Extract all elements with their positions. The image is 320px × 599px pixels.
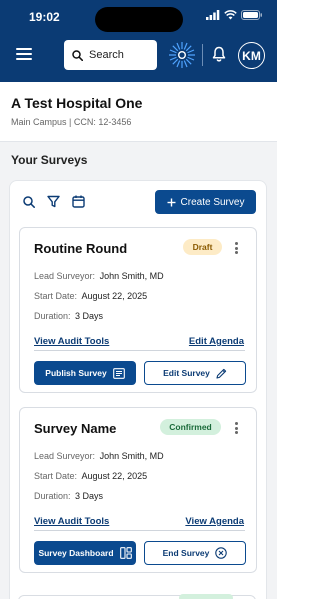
dashboard-icon — [119, 547, 132, 559]
survey-title: Routine Round — [34, 241, 128, 256]
close-circle-icon — [215, 547, 228, 559]
duration-value: 3 Days — [75, 491, 104, 501]
publish-survey-label: Publish Survey — [45, 368, 107, 378]
view-audit-tools-link[interactable]: View Audit Tools — [34, 516, 109, 527]
search-input-box[interactable] — [64, 40, 157, 70]
survey-card-peek — [18, 594, 256, 599]
header-divider — [202, 44, 203, 66]
calendar-icon[interactable] — [72, 195, 85, 208]
survey-dashboard-button[interactable]: Survey Dashboard — [34, 541, 136, 565]
avatar[interactable]: KM — [238, 42, 265, 69]
plus-icon — [167, 198, 176, 206]
survey-title: Survey Name — [34, 421, 117, 436]
publish-survey-button[interactable]: Publish Survey — [34, 361, 136, 385]
lead-surveyor-label: Lead Surveyor: — [34, 451, 96, 461]
start-date-value: August 22, 2025 — [81, 291, 148, 301]
lead-surveyor: Lead Surveyor: John Smith, MD — [34, 451, 164, 461]
starburst-logo[interactable] — [168, 41, 196, 69]
edit-agenda-link[interactable]: Edit Agenda — [189, 336, 244, 347]
filter-icon[interactable] — [47, 195, 60, 208]
bell-icon[interactable] — [212, 46, 226, 62]
status-time: 19:02 — [29, 10, 60, 24]
signal-icon — [206, 10, 220, 20]
lead-surveyor: Lead Surveyor: John Smith, MD — [34, 271, 164, 281]
survey-card: Routine Round Draft Lead Surveyor: John … — [19, 227, 257, 393]
duration-value: 3 Days — [75, 311, 104, 321]
pencil-icon — [216, 368, 227, 379]
hospital-header: A Test Hospital One Main Campus | CCN: 1… — [0, 82, 277, 142]
phone-screen: 19:02 Search KM A Test Hospital One Main… — [0, 0, 277, 599]
hospital-name: A Test Hospital One — [11, 95, 143, 111]
edit-survey-button[interactable]: Edit Survey — [144, 361, 246, 385]
duration: Duration: 3 Days — [34, 491, 103, 501]
kebab-icon[interactable] — [235, 422, 239, 434]
kebab-icon[interactable] — [235, 242, 239, 254]
hospital-subtitle: Main Campus | CCN: 12-3456 — [11, 117, 132, 127]
duration-label: Duration: — [34, 491, 71, 501]
card-divider — [34, 350, 245, 351]
end-survey-label: End Survey — [162, 548, 210, 558]
battery-icon — [241, 10, 262, 20]
list-icon — [112, 367, 125, 379]
search-icon[interactable] — [23, 195, 35, 208]
search-input[interactable] — [89, 49, 149, 61]
end-survey-button[interactable]: End Survey — [144, 541, 246, 565]
start-date: Start Date: August 22, 2025 — [34, 291, 147, 301]
app-header: 19:02 Search KM — [0, 0, 277, 82]
status-icons — [206, 10, 263, 20]
survey-dashboard-label: Survey Dashboard — [38, 548, 114, 558]
lead-surveyor-label: Lead Surveyor: — [34, 271, 96, 281]
search-icon — [72, 49, 83, 61]
status-badge-peek — [179, 594, 233, 599]
create-survey-button[interactable]: Create Survey — [155, 190, 256, 214]
start-date-label: Start Date: — [34, 291, 78, 301]
section-title: Your Surveys — [11, 153, 88, 167]
status-badge: Draft — [183, 239, 222, 255]
dynamic-island — [95, 7, 183, 32]
start-date-label: Start Date: — [34, 471, 78, 481]
lead-surveyor-value: John Smith, MD — [99, 271, 164, 281]
toolbar — [23, 195, 85, 208]
view-agenda-link[interactable]: View Agenda — [185, 516, 244, 527]
edit-survey-label: Edit Survey — [163, 368, 210, 378]
wifi-icon — [224, 10, 237, 20]
lead-surveyor-value: John Smith, MD — [99, 451, 164, 461]
start-date-value: August 22, 2025 — [81, 471, 148, 481]
card-divider — [34, 530, 245, 531]
create-survey-label: Create Survey — [180, 196, 245, 208]
hamburger-icon[interactable] — [16, 48, 32, 60]
status-badge: Confirmed — [160, 419, 221, 435]
duration: Duration: 3 Days — [34, 311, 103, 321]
start-date: Start Date: August 22, 2025 — [34, 471, 147, 481]
view-audit-tools-link[interactable]: View Audit Tools — [34, 336, 109, 347]
surveys-panel: Create Survey Routine Round Draft Lead S… — [9, 180, 267, 599]
duration-label: Duration: — [34, 311, 71, 321]
survey-card: Survey Name Confirmed Lead Surveyor: Joh… — [19, 407, 257, 573]
